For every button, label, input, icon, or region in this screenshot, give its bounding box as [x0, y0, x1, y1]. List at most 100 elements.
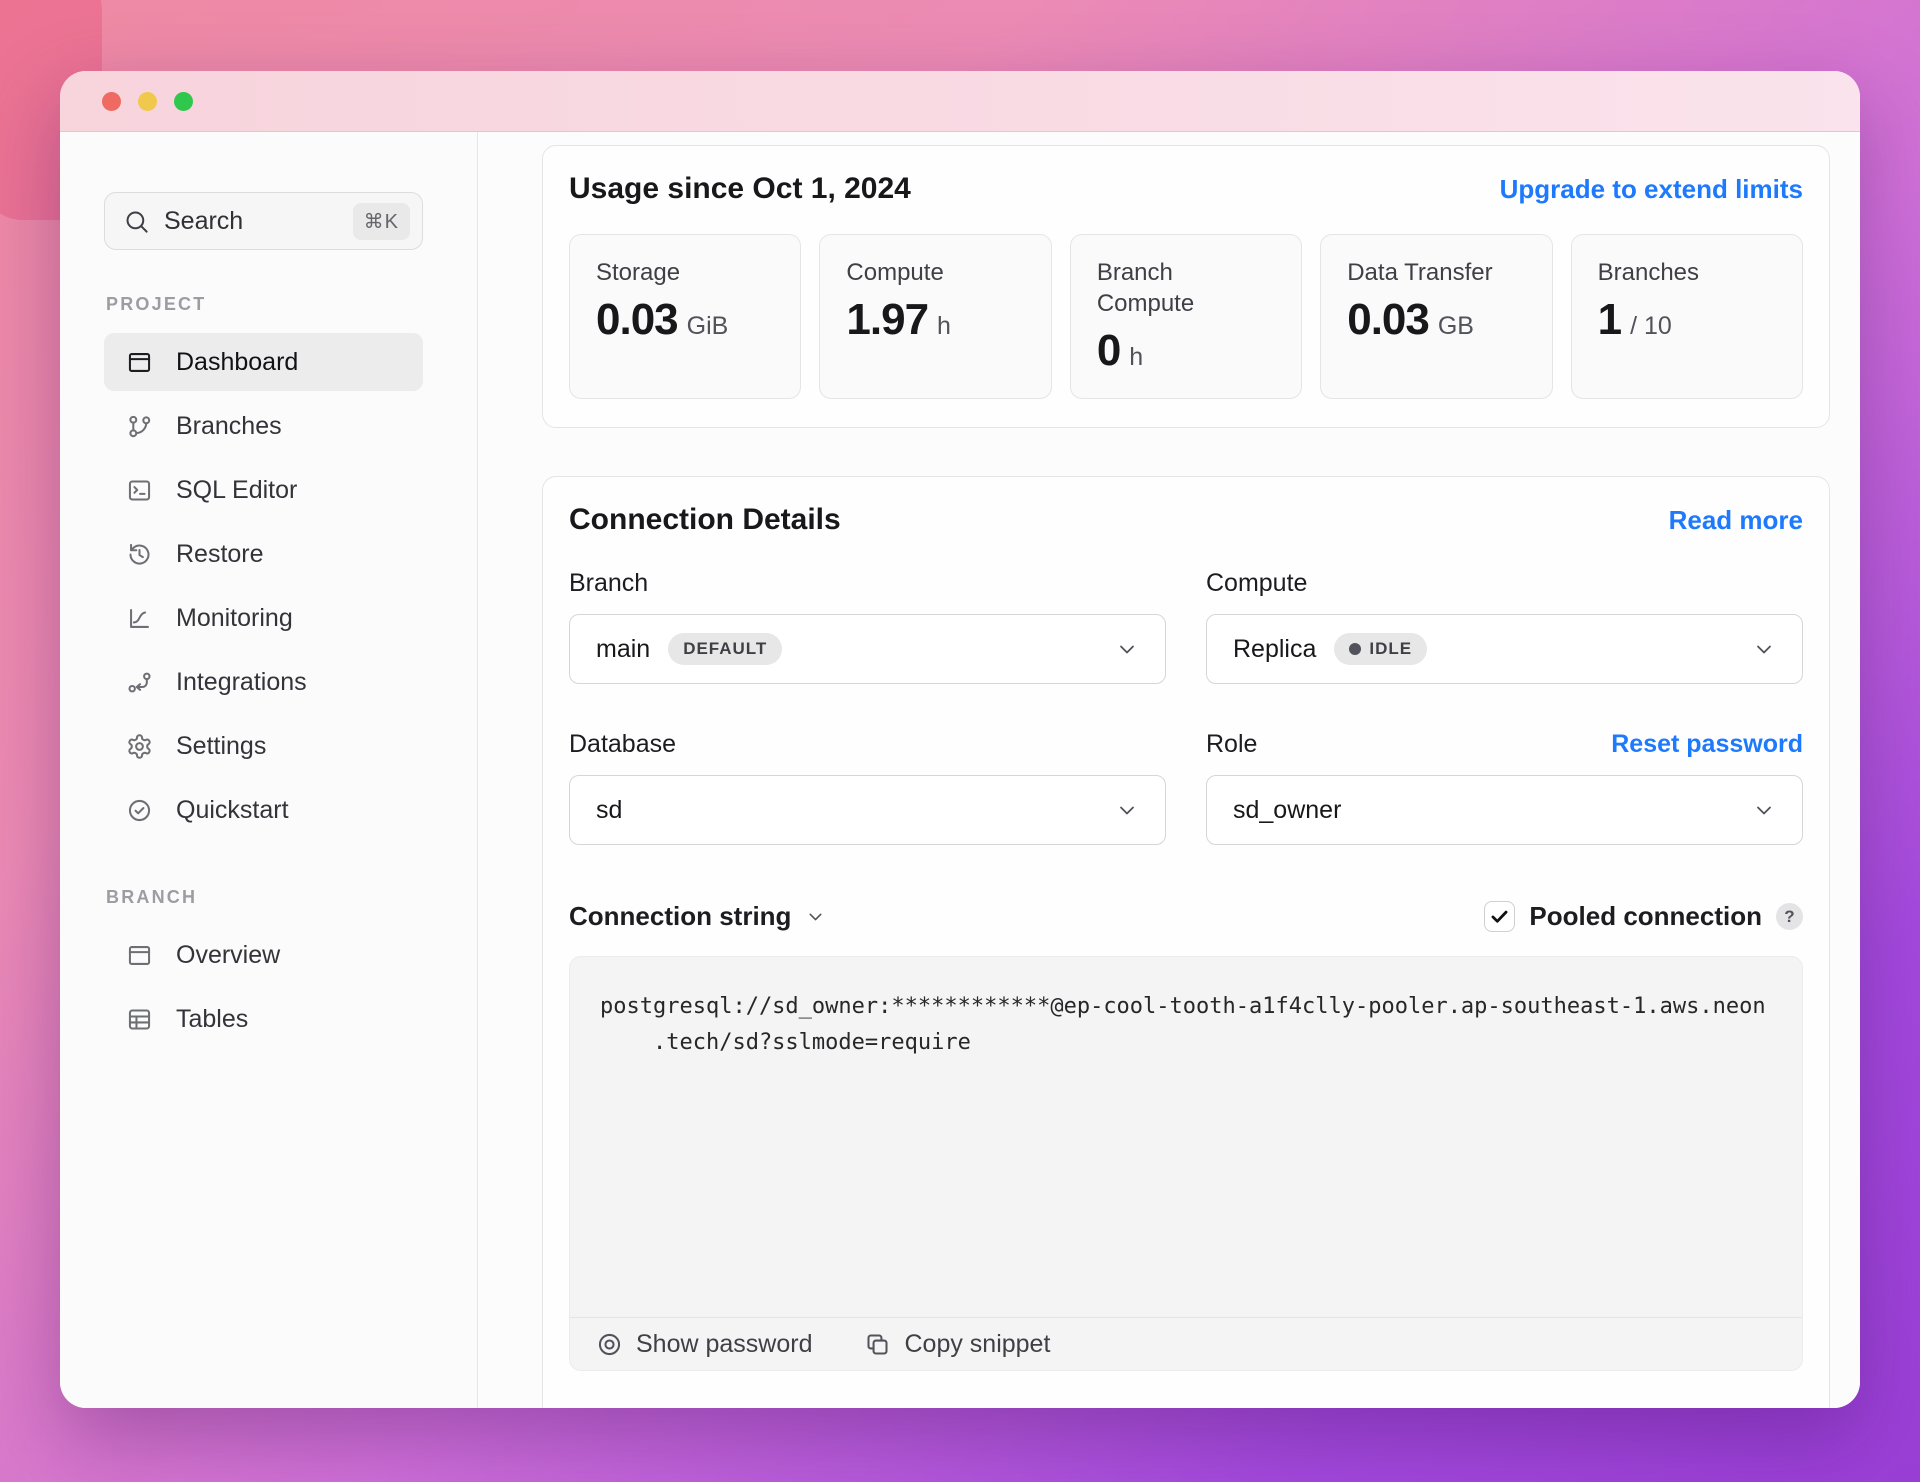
copy-snippet-label: Copy snippet [904, 1329, 1051, 1358]
eye-icon [598, 1333, 621, 1355]
sidebar-item-label: Monitoring [176, 603, 293, 632]
code-actions-bar: Show password Copy snippet [570, 1317, 1802, 1370]
sidebar-item-dashboard[interactable]: Dashboard [104, 333, 423, 391]
stat-label: Compute [846, 259, 944, 286]
copy-snippet-button[interactable]: Copy snippet [864, 1330, 1050, 1359]
chevron-down-icon [1757, 806, 1771, 815]
show-password-label: Show password [636, 1329, 813, 1358]
project-section-label: PROJECT [106, 294, 207, 314]
compute-label: Compute [1206, 569, 1308, 597]
minimize-button[interactable] [138, 91, 157, 111]
compute-field: Compute Replica IDLE [1206, 569, 1803, 684]
stat-unit: / 10 [1630, 312, 1672, 340]
check-circle-icon [128, 799, 151, 821]
search-shortcut-badge: ⌘K [352, 202, 410, 240]
usage-panel: Usage since Oct 1, 2024 Upgrade to exten… [542, 145, 1830, 428]
dashboard-icon [128, 352, 151, 372]
copy-icon [867, 1333, 888, 1355]
connection-string-label: Connection string [569, 901, 792, 931]
connection-string-box: postgresql://sd_owner:************@ep-co… [569, 956, 1803, 1371]
connection-string-toggle[interactable]: Connection string [569, 901, 826, 932]
stat-card-compute: Compute 1.97 h [819, 234, 1052, 399]
sidebar-item-label: Integrations [176, 667, 307, 696]
upgrade-link[interactable]: Upgrade to extend limits [1500, 174, 1803, 205]
stat-label: Branch Compute [1096, 259, 1195, 317]
gear-icon [128, 733, 151, 759]
main-content: Usage since Oct 1, 2024 Upgrade to exten… [478, 132, 1860, 1408]
sidebar-item-label: Restore [176, 539, 264, 568]
sidebar-item-label: Tables [176, 1004, 249, 1033]
read-more-link[interactable]: Read more [1669, 505, 1803, 536]
stat-label: Storage [596, 259, 681, 286]
search-field[interactable] [164, 206, 339, 236]
help-icon[interactable]: ? [1776, 903, 1803, 930]
stat-value: 0.03 [596, 295, 679, 344]
chart-icon [130, 608, 149, 628]
zoom-button[interactable] [174, 91, 193, 111]
stat-value: 1 [1597, 295, 1623, 344]
role-value: sd_owner [1233, 795, 1342, 824]
chevron-down-icon [1120, 645, 1134, 654]
branch-value: main [596, 634, 651, 663]
connection-details-title: Connection Details [569, 503, 841, 536]
compute-value: Replica [1233, 634, 1317, 663]
branch-nav: Overview Tables [104, 926, 423, 1048]
sidebar-item-label: Quickstart [176, 795, 289, 824]
sidebar-item-label: Overview [176, 940, 281, 969]
sidebar-item-monitoring[interactable]: Monitoring [104, 589, 423, 647]
pooled-connection-checkbox[interactable] [1484, 901, 1516, 932]
stat-card-branch-compute: Branch Compute 0 h [1069, 234, 1303, 399]
compute-select[interactable]: Replica IDLE [1206, 614, 1803, 684]
sidebar: ⌘K PROJECT Dashboard Branches SQL Editor [60, 132, 478, 1408]
branch-label: Branch [569, 569, 649, 597]
chevron-down-icon [1120, 806, 1134, 815]
pooled-connection-label: Pooled connection [1529, 901, 1762, 931]
sidebar-item-overview[interactable]: Overview [104, 926, 423, 984]
password-note: Your password is saved in a secure stora… [569, 1407, 1803, 1408]
search-input[interactable]: ⌘K [104, 192, 423, 250]
window-icon [128, 945, 151, 965]
sidebar-item-label: SQL Editor [176, 475, 298, 504]
stat-value: 0 [1096, 326, 1122, 375]
stat-value: 1.97 [846, 295, 929, 344]
role-select[interactable]: sd_owner [1206, 775, 1803, 845]
sidebar-item-label: Settings [176, 731, 267, 760]
status-dot [1349, 643, 1362, 655]
table-icon [128, 1008, 151, 1030]
history-icon [129, 543, 150, 565]
stat-card-data-transfer: Data Transfer 0.03 GB [1320, 234, 1553, 399]
git-branch-icon [129, 415, 151, 437]
reset-password-link[interactable]: Reset password [1611, 730, 1803, 759]
chevron-down-icon [1757, 645, 1771, 654]
app-window: ⌘K PROJECT Dashboard Branches SQL Editor [60, 71, 1860, 1408]
sidebar-item-restore[interactable]: Restore [104, 525, 423, 583]
chevron-down-icon [809, 913, 822, 921]
sidebar-item-quickstart[interactable]: Quickstart [104, 781, 423, 839]
sidebar-item-sql-editor[interactable]: SQL Editor [104, 461, 423, 519]
sidebar-item-branches[interactable]: Branches [104, 397, 423, 455]
show-password-button[interactable]: Show password [596, 1330, 812, 1359]
stat-label: Data Transfer [1347, 259, 1493, 286]
branch-select[interactable]: main DEFAULT [569, 614, 1166, 684]
database-select[interactable]: sd [569, 775, 1166, 845]
usage-stats: Storage 0.03 GiB Compute 1.97 h Branch C… [569, 234, 1804, 399]
sidebar-item-tables[interactable]: Tables [104, 990, 423, 1048]
branch-field: Branch main DEFAULT [569, 569, 1166, 684]
role-label: Role [1206, 730, 1258, 758]
sidebar-item-integrations[interactable]: Integrations [104, 653, 423, 711]
stat-label: Branches [1597, 259, 1700, 286]
search-icon [126, 210, 148, 233]
window-titlebar [60, 71, 1860, 132]
project-nav: Dashboard Branches SQL Editor Restore Mo… [104, 333, 423, 839]
stat-unit: GB [1437, 312, 1474, 340]
check-icon [1491, 910, 1508, 923]
terminal-icon [128, 479, 151, 501]
close-button[interactable] [102, 91, 121, 111]
connection-string-value[interactable]: postgresql://sd_owner:************@ep-co… [570, 957, 1802, 1317]
default-badge: DEFAULT [668, 633, 783, 665]
database-value: sd [596, 795, 623, 824]
pooled-connection-control: Pooled connection ? [1484, 901, 1803, 932]
sidebar-item-settings[interactable]: Settings [104, 717, 423, 775]
connection-details-panel: Connection Details Read more Branch main… [542, 476, 1830, 1408]
stat-unit: h [1129, 343, 1144, 371]
